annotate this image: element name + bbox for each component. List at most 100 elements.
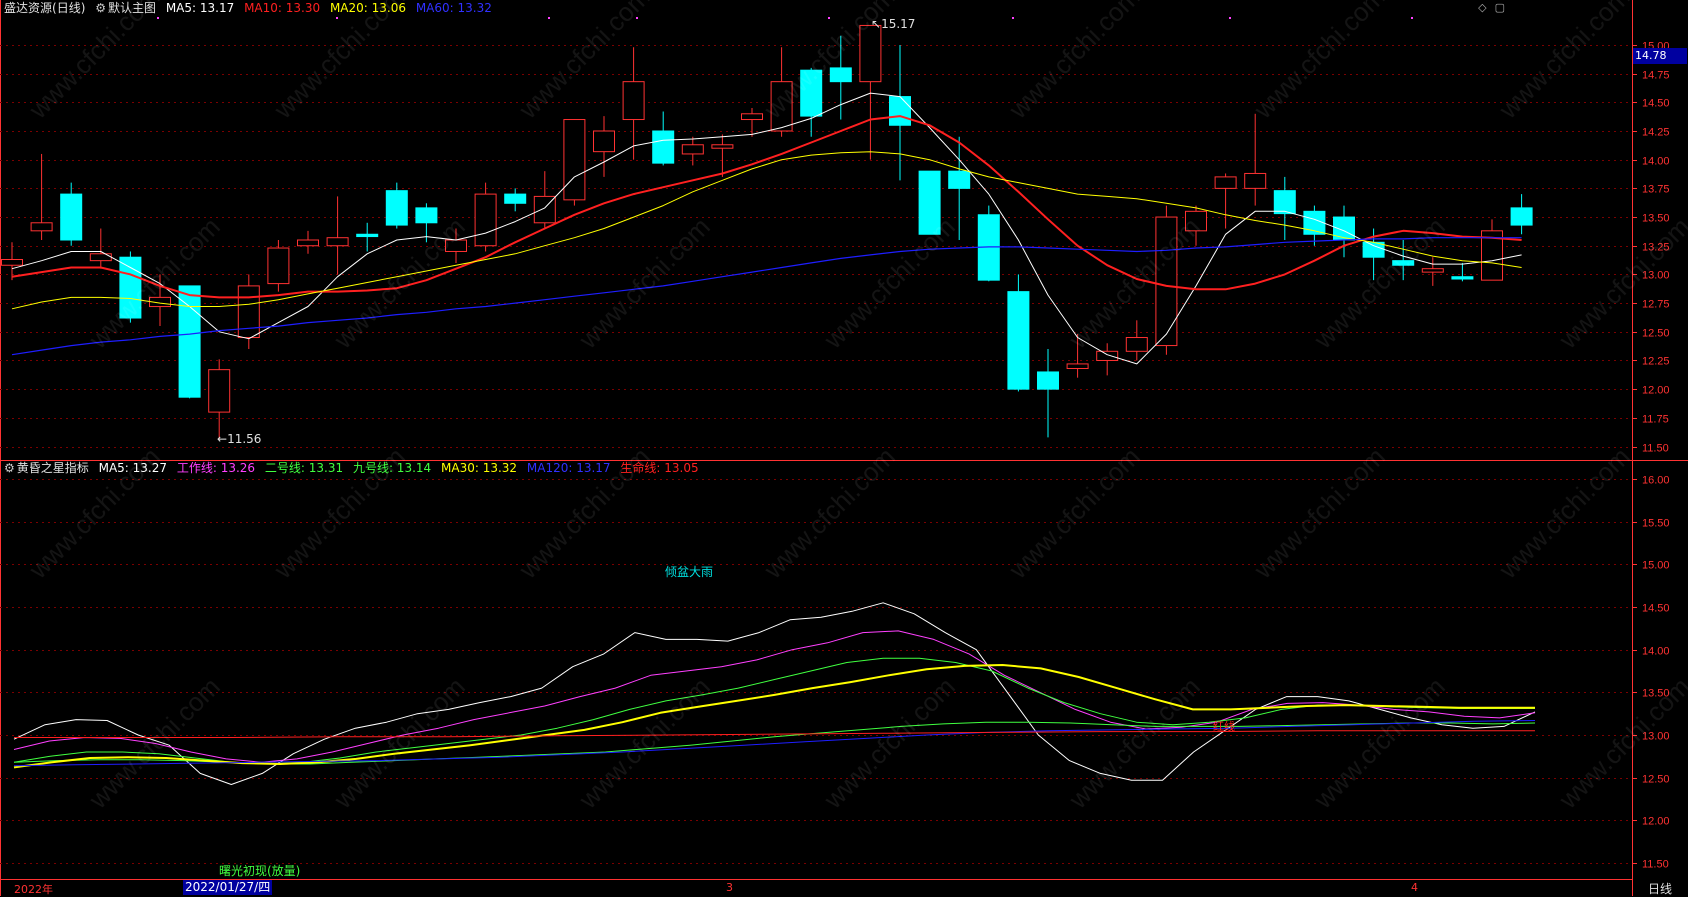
indicator-series-二号线 — [13, 657, 1535, 765]
top-marker — [548, 17, 550, 19]
watermark-text: www.cfchi.com — [1307, 211, 1450, 354]
candle-body-down — [415, 207, 438, 224]
watermark-text: www.cfchi.com — [327, 211, 470, 354]
candle-body-up — [622, 81, 645, 121]
indicator-series-MA30 — [13, 664, 1535, 769]
ma10-legend: MA10: 13.30 — [244, 1, 321, 15]
main-candle — [1451, 262, 1474, 282]
month-3-label: 3 — [726, 881, 733, 894]
candle-body-down — [1333, 216, 1355, 241]
candle-body-down — [652, 130, 675, 164]
main-candle — [859, 24, 882, 160]
indicator-settings-icon[interactable]: ⚙ — [4, 461, 15, 475]
main-candle — [356, 222, 379, 252]
main-chart-label[interactable]: 默认主图 — [108, 1, 156, 15]
main-candle — [60, 182, 83, 246]
main-candle — [297, 230, 319, 254]
main-candle — [622, 47, 645, 160]
period-tab[interactable]: 日线 — [1648, 880, 1672, 897]
top-marker — [157, 17, 159, 19]
watermark-text: www.cfchi.com — [1247, 0, 1390, 125]
watermark-text: www.cfchi.com — [1492, 441, 1635, 584]
candle-body-up — [1096, 350, 1119, 361]
chart-canvas[interactable]: 15.0014.7514.5014.2514.0013.7513.5013.25… — [0, 0, 1688, 896]
main-candle — [385, 182, 408, 229]
indicator-tick-label: 15.50 — [1642, 518, 1670, 530]
main-tick-label: 14.00 — [1642, 156, 1670, 168]
main-candle — [474, 182, 497, 252]
main-candle — [1096, 343, 1119, 376]
ind-ma120-legend: MA120: 13.17 — [526, 461, 611, 475]
watermark-text: www.cfchi.com — [1062, 211, 1205, 354]
main-candle — [237, 274, 260, 349]
current-price-tag: 14.78 — [1633, 48, 1687, 64]
candle-body-up — [1066, 363, 1089, 370]
main-tick-label: 14.25 — [1642, 127, 1670, 139]
main-candle — [89, 228, 112, 269]
indicator-name[interactable]: 黄昏之星指标 — [17, 461, 89, 475]
rain-signal-label: 倾盆大雨 — [665, 565, 714, 579]
main-series-MA20 — [11, 151, 1522, 310]
stock-name[interactable]: 盛达资源 — [4, 1, 52, 15]
candle-body-down — [356, 233, 379, 238]
low-price-label: ←11.56 — [217, 432, 261, 446]
period-label: (日线) — [52, 1, 86, 15]
year-label: 2022年 — [14, 883, 53, 896]
main-candle — [267, 240, 290, 292]
main-tick-label: 11.50 — [1642, 443, 1669, 455]
main-candle — [504, 188, 527, 212]
indicator-series-MA120 — [13, 720, 1536, 767]
indicator-tick-label: 12.50 — [1642, 774, 1670, 786]
main-candle — [681, 136, 704, 166]
watermark-text: www.cfchi.com — [1002, 0, 1145, 125]
main-candle — [1303, 205, 1326, 246]
main-tick-label: 12.50 — [1642, 328, 1670, 340]
watermark-text: www.cfchi.com — [1247, 441, 1390, 584]
main-candle — [652, 111, 675, 166]
indicator-tick-label: 14.50 — [1642, 603, 1670, 615]
candle-body-up — [89, 253, 112, 262]
candle-body-down — [385, 190, 408, 226]
chart-settings-icon[interactable]: ⚙ — [95, 1, 106, 15]
candle-body-down — [60, 193, 83, 241]
candle-body-up — [267, 247, 290, 285]
watermark-text: www.cfchi.com — [1492, 0, 1635, 125]
candle-body-up — [326, 237, 349, 247]
main-chart-header: 盛达资源(日线) ⚙ 默认主图 MA5: 13.17 MA10: 13.30 MA… — [4, 0, 498, 16]
candle-body-up — [1244, 172, 1267, 189]
top-marker — [828, 17, 830, 19]
ma60-legend: MA60: 13.32 — [415, 1, 492, 15]
main-tick-label: 14.50 — [1642, 98, 1670, 110]
main-candle — [1481, 219, 1503, 281]
main-candle — [593, 116, 615, 177]
month-4-label: 4 — [1411, 881, 1418, 894]
watermark-text: www.cfchi.com — [82, 211, 225, 354]
diamond-icon[interactable]: ◇ — [1478, 1, 1486, 14]
watermark-text: www.cfchi.com — [22, 0, 165, 125]
indicator-header: ⚙ 黄昏之星指标 MA5: 13.27 工作线: 13.26 二号线: 13.31… — [4, 460, 705, 476]
indicator-tick-label: 12.00 — [1642, 816, 1670, 828]
main-candle — [326, 196, 349, 275]
candle-body-up — [593, 130, 615, 153]
window-icon[interactable]: ▢ — [1495, 1, 1505, 14]
main-candle — [208, 359, 231, 440]
indicator-series-MA5 — [13, 602, 1536, 785]
candle-body-up — [681, 144, 704, 155]
thin-line-label: 红线 — [1213, 720, 1235, 733]
main-candle — [1421, 257, 1444, 286]
candle-body-down — [504, 193, 527, 204]
candle-body-up — [711, 144, 734, 149]
candle-body-up — [1214, 176, 1237, 189]
main-candle — [178, 285, 201, 399]
watermark-text: www.cfchi.com — [572, 211, 715, 354]
high-arrow-icon: ↖ — [871, 17, 882, 31]
candle-body-up — [30, 222, 53, 232]
candle-body-up — [1125, 337, 1148, 352]
candle-body-up — [208, 369, 231, 413]
high-price-label: ↖15.17 — [871, 17, 915, 31]
main-candle — [1125, 320, 1148, 361]
candle-body-up — [297, 239, 319, 247]
dawn-signal-label: 曙光初现(放量) — [219, 864, 301, 878]
main-tick-label: 11.75 — [1642, 414, 1669, 426]
ma5-legend: MA5: 13.17 — [165, 1, 235, 15]
